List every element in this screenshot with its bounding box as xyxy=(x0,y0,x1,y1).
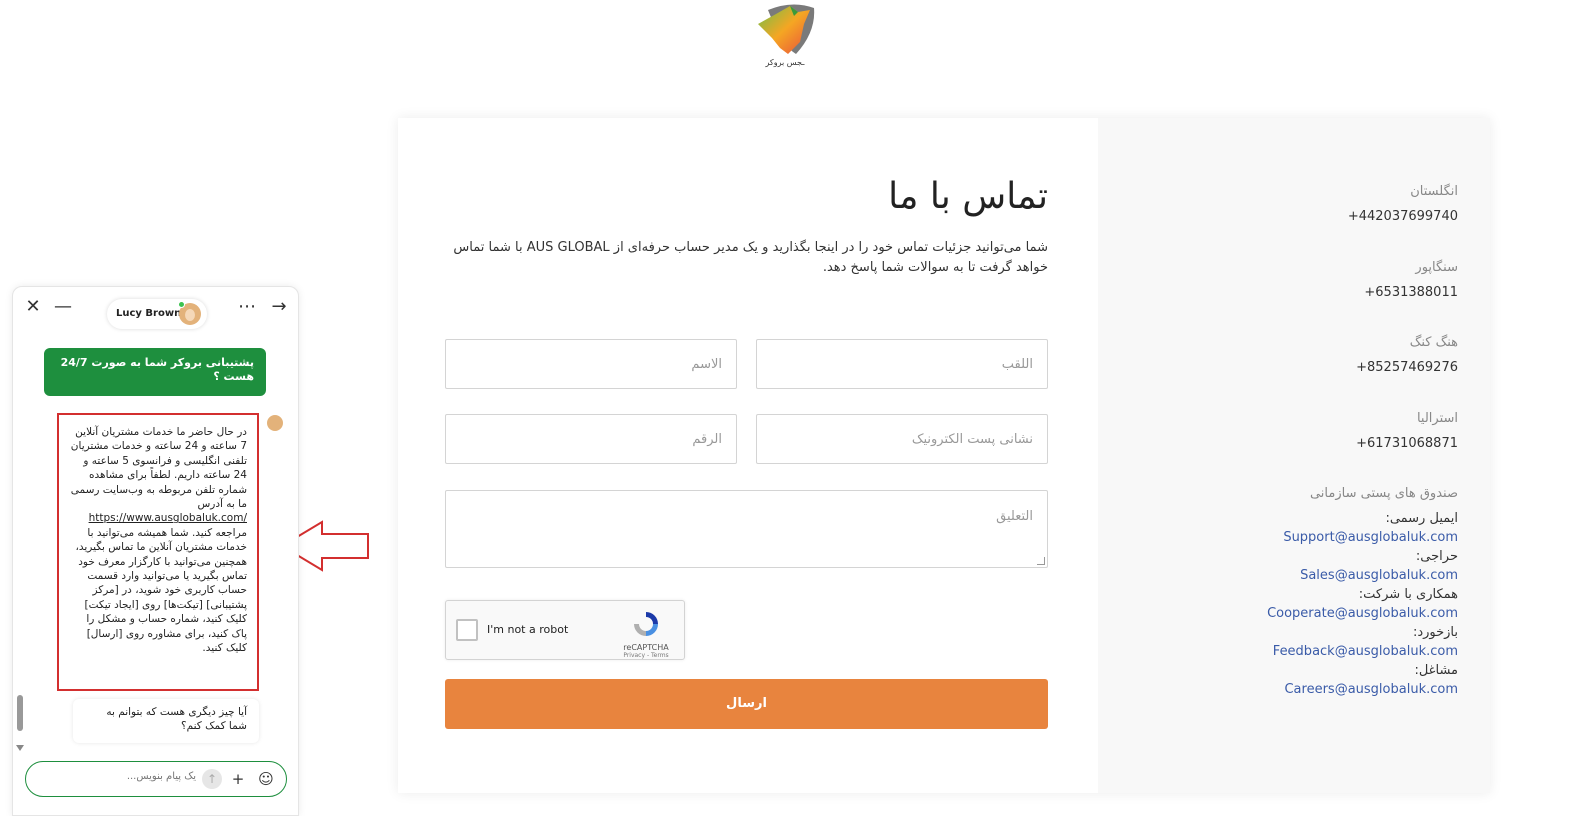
office-hongkong: هنگ کنگ +85257469276 xyxy=(1356,335,1458,375)
recaptcha-links[interactable]: Privacy - Terms xyxy=(618,652,674,659)
office-phone[interactable]: +61731068871 xyxy=(1356,436,1458,451)
comment-placeholder: التعليق xyxy=(996,509,1033,524)
mailboxes-heading: صندوق های پستی سازمانی xyxy=(1309,486,1458,501)
online-status-icon xyxy=(178,301,185,308)
mailbox-email[interactable]: Feedback@ausglobaluk.com xyxy=(1267,642,1458,661)
office-country: استرالیا xyxy=(1416,411,1458,426)
bot-message-text-2: مراجعه کنید. شما همیشه می‌توانید با خدما… xyxy=(75,526,247,655)
add-attachment-icon[interactable]: + xyxy=(228,769,248,789)
corporate-mailboxes: صندوق های پستی سازمانی ایمیل رسمی: Suppo… xyxy=(1267,486,1458,699)
office-australia: استرالیا +61731068871 xyxy=(1356,411,1458,451)
fox-logo-icon xyxy=(758,4,815,55)
mailbox-label: همکاری با شرکت: xyxy=(1358,587,1458,602)
mailbox-label: حراجی: xyxy=(1415,549,1458,564)
phone-placeholder: الرقم xyxy=(692,432,722,447)
lastname-field[interactable]: اللقب xyxy=(756,339,1048,389)
agent-badge: Lucy Brown xyxy=(107,299,207,329)
recaptcha-widget: I'm not a robot reCAPTCHA Privacy - Term… xyxy=(445,600,685,660)
mailbox-email[interactable]: Sales@ausglobaluk.com xyxy=(1267,566,1458,585)
send-arrow-icon[interactable]: ↑ xyxy=(202,769,222,789)
chat-message-input[interactable] xyxy=(46,771,196,782)
agent-name: Lucy Brown xyxy=(116,308,182,319)
mailbox-email[interactable]: Support@ausglobaluk.com xyxy=(1267,528,1458,547)
mailbox-label: بازخورد: xyxy=(1412,625,1458,640)
contact-card: تماس با ما شما می‌توانید جزئیات تماس خود… xyxy=(398,118,1490,793)
lastname-placeholder: اللقب xyxy=(1001,357,1033,372)
mailbox-label: مشاغل: xyxy=(1414,663,1458,678)
intro-text: شما می‌توانید جزئیات تماس خود را در اینج… xyxy=(453,240,1048,275)
office-uk: انگلستان +442037699740 xyxy=(1348,184,1458,224)
mailbox-email[interactable]: Cooperate@ausglobaluk.com xyxy=(1267,604,1458,623)
more-options-icon[interactable]: ⋯ xyxy=(235,295,259,319)
office-singapore: سنگاپور +6531388011 xyxy=(1364,260,1458,300)
phone-field[interactable]: الرقم xyxy=(445,414,737,464)
bot-followup-message: آیا چیز دیگری هست که بتوانم به شما کمک ک… xyxy=(73,699,259,743)
resize-handle-icon[interactable] xyxy=(1037,557,1045,565)
logo-text: ـجس بروکر xyxy=(765,58,805,67)
close-icon[interactable]: ✕ xyxy=(21,295,45,319)
recaptcha-brand: reCAPTCHA xyxy=(623,643,669,652)
office-phone[interactable]: +85257469276 xyxy=(1356,360,1458,375)
chat-input-bar: ☺ + ↑ xyxy=(25,761,287,797)
office-country: انگلستان xyxy=(1410,184,1458,199)
minimize-icon[interactable]: — xyxy=(51,295,75,319)
office-phone[interactable]: +442037699740 xyxy=(1348,209,1458,224)
office-phone[interactable]: +6531388011 xyxy=(1364,285,1458,300)
office-country: سنگاپور xyxy=(1415,260,1458,275)
contact-info-panel: انگلستان +442037699740 سنگاپور +65313880… xyxy=(1098,118,1490,793)
recaptcha-checkbox[interactable] xyxy=(456,619,478,641)
mailbox-email[interactable]: Careers@ausglobaluk.com xyxy=(1267,680,1458,699)
brand-logo[interactable]: ـجس بروکر xyxy=(750,2,820,72)
recaptcha-badge: reCAPTCHA Privacy - Terms xyxy=(618,609,674,659)
back-arrow-icon[interactable]: → xyxy=(267,295,291,319)
name-placeholder: الاسم xyxy=(691,357,722,372)
chat-scrollbar[interactable] xyxy=(17,695,23,731)
recaptcha-label: I'm not a robot xyxy=(487,623,569,636)
chat-widget: ✕ — Lucy Brown ⋯ → پشتیبانی بروکر شما به… xyxy=(12,286,299,816)
email-placeholder: نشانی پست الکترونیک xyxy=(911,432,1033,447)
submit-button[interactable]: ارسال xyxy=(445,679,1048,729)
mailbox-label: ایمیل رسمی: xyxy=(1385,511,1458,526)
user-message: پشتیبانی بروکر شما به صورت 24/7 هست ؟ xyxy=(44,348,266,396)
bot-avatar xyxy=(267,415,283,431)
bot-message-text-1: در حال حاضر ما خدمات مشتریان آنلاین 7 سا… xyxy=(70,426,247,511)
emoji-icon[interactable]: ☺ xyxy=(256,769,276,789)
email-field[interactable]: نشانی پست الکترونیک xyxy=(756,414,1048,464)
bot-message: در حال حاضر ما خدمات مشتریان آنلاین 7 سا… xyxy=(57,413,259,691)
bot-message-link[interactable]: https://www.ausglobaluk.com/ xyxy=(69,511,247,525)
office-country: هنگ کنگ xyxy=(1409,335,1458,350)
recaptcha-icon xyxy=(634,612,658,636)
scroll-down-icon[interactable] xyxy=(16,745,24,751)
name-field[interactable]: الاسم xyxy=(445,339,737,389)
page-title: تماس با ما xyxy=(888,176,1048,217)
comment-textarea[interactable]: التعليق xyxy=(445,490,1048,568)
